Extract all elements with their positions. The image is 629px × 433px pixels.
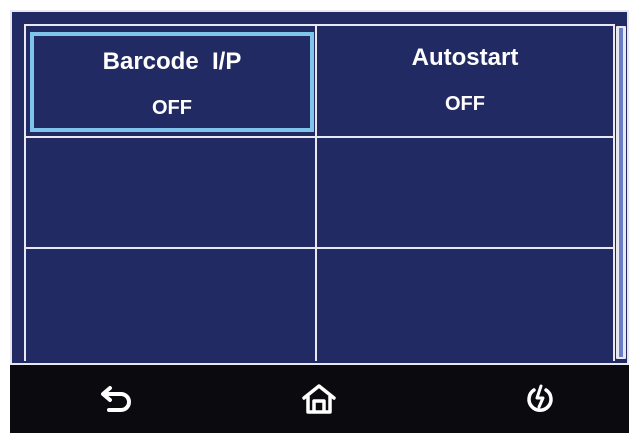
device-screen: Barcode I/P OFF Autostart OFF <box>10 10 629 433</box>
setting-barcode-ip[interactable]: Barcode I/P OFF <box>30 32 314 132</box>
setting-autostart[interactable]: Autostart OFF <box>318 30 612 136</box>
grid-divider <box>24 24 26 361</box>
setting-label: Barcode I/P <box>102 48 242 75</box>
scrollbar[interactable] <box>616 26 626 359</box>
settings-grid: Barcode I/P OFF Autostart OFF <box>10 10 629 365</box>
setting-empty-slot[interactable] <box>318 249 612 361</box>
grid-divider <box>613 24 615 361</box>
power-icon <box>527 384 553 412</box>
setting-empty-slot[interactable] <box>318 138 612 246</box>
setting-value: OFF <box>445 93 485 115</box>
setting-empty-slot[interactable] <box>24 138 316 246</box>
grid-divider <box>24 136 615 138</box>
scrollbar-thumb[interactable] <box>619 28 623 357</box>
setting-value: OFF <box>152 97 192 119</box>
power-button[interactable] <box>516 377 564 421</box>
setting-empty-slot[interactable] <box>24 249 316 361</box>
grid-divider <box>24 247 615 249</box>
bottom-navigation-bar <box>10 365 629 433</box>
setting-label: Autostart <box>411 44 519 71</box>
home-button[interactable] <box>295 377 343 421</box>
back-icon <box>101 386 131 412</box>
back-button[interactable] <box>94 377 142 421</box>
grid-divider <box>24 24 615 26</box>
grid-divider <box>315 24 317 361</box>
home-icon <box>302 384 336 414</box>
